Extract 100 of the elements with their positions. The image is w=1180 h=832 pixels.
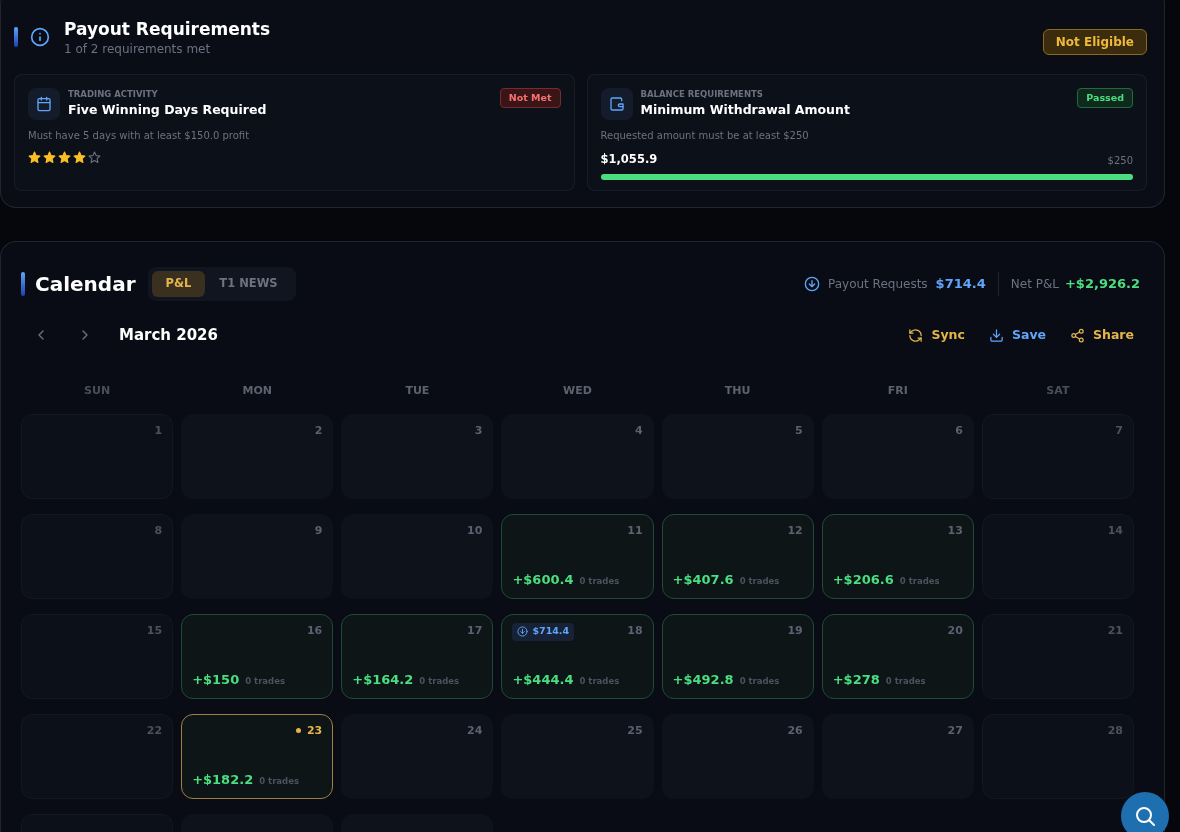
weekday-label: FRI — [886, 383, 909, 399]
pnl-amount: +$182.2 — [192, 771, 254, 789]
day-cell[interactable]: 4 — [501, 413, 654, 499]
day-cell[interactable]: 27 — [821, 713, 974, 799]
trade-count: 0 trades — [245, 675, 285, 688]
download-icon — [988, 327, 1004, 343]
sync-icon — [908, 327, 924, 343]
day-number: 11 — [627, 522, 643, 539]
stat-label: Payout Requests — [828, 276, 928, 293]
search-icon — [1133, 804, 1157, 828]
search-button[interactable] — [1121, 792, 1169, 832]
current-amount: $1,055.9 — [600, 151, 658, 168]
trade-count: 0 trades — [739, 675, 780, 688]
pnl-amount: +$407.6 — [672, 571, 734, 589]
day-number: 20 — [947, 622, 963, 639]
star-icon — [73, 151, 86, 164]
weekday-label: SUN — [83, 383, 112, 399]
day-number: 7 — [1115, 422, 1123, 439]
pnl-amount: +$206.6 — [832, 571, 894, 589]
day-cell[interactable]: 25 — [501, 713, 654, 799]
trade-count: 0 trades — [579, 675, 620, 688]
day-number: 10 — [467, 522, 483, 539]
trade-count: 0 trades — [579, 575, 620, 588]
calendar-title: Calendar — [35, 271, 136, 298]
day-cell[interactable]: 16 +$150 0 trades — [181, 613, 334, 699]
day-number: 1 — [154, 422, 163, 439]
day-number: 19 — [787, 622, 803, 639]
day-cell[interactable]: 13 +$206.6 0 trades — [821, 513, 974, 599]
day-cell[interactable]: 20 +$278 0 trades — [821, 613, 974, 699]
day-cell[interactable]: 17 +$164.2 0 trades — [341, 613, 494, 699]
day-cell[interactable]: 5 — [661, 413, 814, 499]
trade-count: 0 trades — [899, 575, 940, 588]
day-cell[interactable]: 1 — [21, 413, 174, 499]
day-cell[interactable]: 9 — [181, 513, 334, 599]
day-number: 24 — [467, 722, 483, 739]
day-cell[interactable]: 12 +$407.6 0 trades — [661, 513, 814, 599]
day-number: 5 — [795, 422, 803, 439]
star-icon — [43, 151, 56, 164]
star-outline-icon — [88, 151, 101, 164]
sync-button[interactable]: Sync — [908, 325, 965, 345]
section-subtitle: 1 of 2 requirements met — [64, 41, 212, 57]
day-cell[interactable]: 21 — [981, 613, 1134, 699]
day-number: 26 — [787, 722, 803, 739]
weekday-label: TUE — [404, 383, 431, 399]
day-cell[interactable]: 19 +$492.8 0 trades — [661, 613, 814, 699]
weekday-label: MON — [241, 383, 273, 399]
day-cell[interactable]: 14 — [981, 513, 1134, 599]
weekday-label: WED — [562, 383, 593, 399]
day-cell[interactable]: 8 — [21, 513, 174, 599]
star-icon — [58, 151, 71, 164]
day-number: 23 — [306, 722, 323, 739]
day-cell[interactable]: 28 — [981, 713, 1134, 799]
calendar-icon — [36, 96, 52, 112]
category-label: BALANCE REQUIREMENTS — [640, 88, 764, 100]
section-title: Payout Requirements — [64, 18, 271, 41]
day-cell[interactable]: 11 +$600.4 0 trades — [501, 513, 654, 599]
day-cell[interactable]: 26 — [661, 713, 814, 799]
trade-count: 0 trades — [739, 575, 780, 588]
day-number: 13 — [947, 522, 963, 539]
day-cell[interactable]: 15 — [21, 613, 174, 699]
day-cell[interactable]: 23 +$182.2 0 trades — [181, 713, 334, 799]
tab[interactable]: T1 NEWS — [205, 271, 292, 297]
info-icon — [30, 27, 50, 47]
day-cell[interactable]: 7 — [981, 413, 1134, 499]
trade-count: 0 trades — [259, 775, 299, 788]
stat-value: +$2,926.2 — [1064, 275, 1140, 294]
day-number: 3 — [474, 422, 483, 439]
target-amount: $250 — [1107, 154, 1133, 169]
day-cell[interactable]: 22 — [21, 713, 174, 799]
share-button[interactable]: Share — [1070, 325, 1134, 345]
status-badge: Not Eligible — [1042, 29, 1147, 55]
requirement-description: Must have 5 days with at least $150.0 profit — [28, 129, 251, 143]
save-button[interactable]: Save — [988, 325, 1046, 345]
day-cell[interactable]: 24 — [341, 713, 494, 799]
day-number: 6 — [955, 422, 963, 439]
day-cell[interactable]: 3 — [341, 413, 494, 499]
requirement-title: Minimum Withdrawal Amount — [640, 101, 850, 119]
day-number: 15 — [146, 622, 163, 639]
requirement-description: Requested amount must be at least $250 — [600, 129, 810, 143]
accent-bar — [14, 27, 18, 47]
day-number: 16 — [306, 622, 323, 639]
day-cell[interactable]: 2 — [181, 413, 334, 499]
tab[interactable]: P&L — [151, 271, 206, 297]
download-circle-icon — [517, 626, 529, 637]
requirement-title: Five Winning Days Required — [68, 101, 267, 119]
day-number: 12 — [787, 522, 803, 539]
pnl-amount: +$278 — [832, 671, 880, 689]
accent-bar — [21, 272, 25, 296]
weekday-label: THU — [723, 383, 752, 399]
day-number: 18 — [627, 623, 643, 640]
status-badge: Not Met — [499, 88, 561, 109]
day-cell[interactable]: $714.4 18 +$444.4 0 trades — [501, 613, 654, 699]
day-number: 25 — [627, 722, 643, 739]
day-number: 22 — [146, 722, 163, 739]
day-number: 17 — [467, 622, 483, 639]
day-number: 4 — [634, 422, 643, 439]
day-cell[interactable]: 10 — [341, 513, 494, 599]
status-badge: Passed — [1077, 88, 1133, 109]
day-cell[interactable]: 6 — [821, 413, 974, 499]
pnl-amount: +$150 — [192, 671, 240, 689]
